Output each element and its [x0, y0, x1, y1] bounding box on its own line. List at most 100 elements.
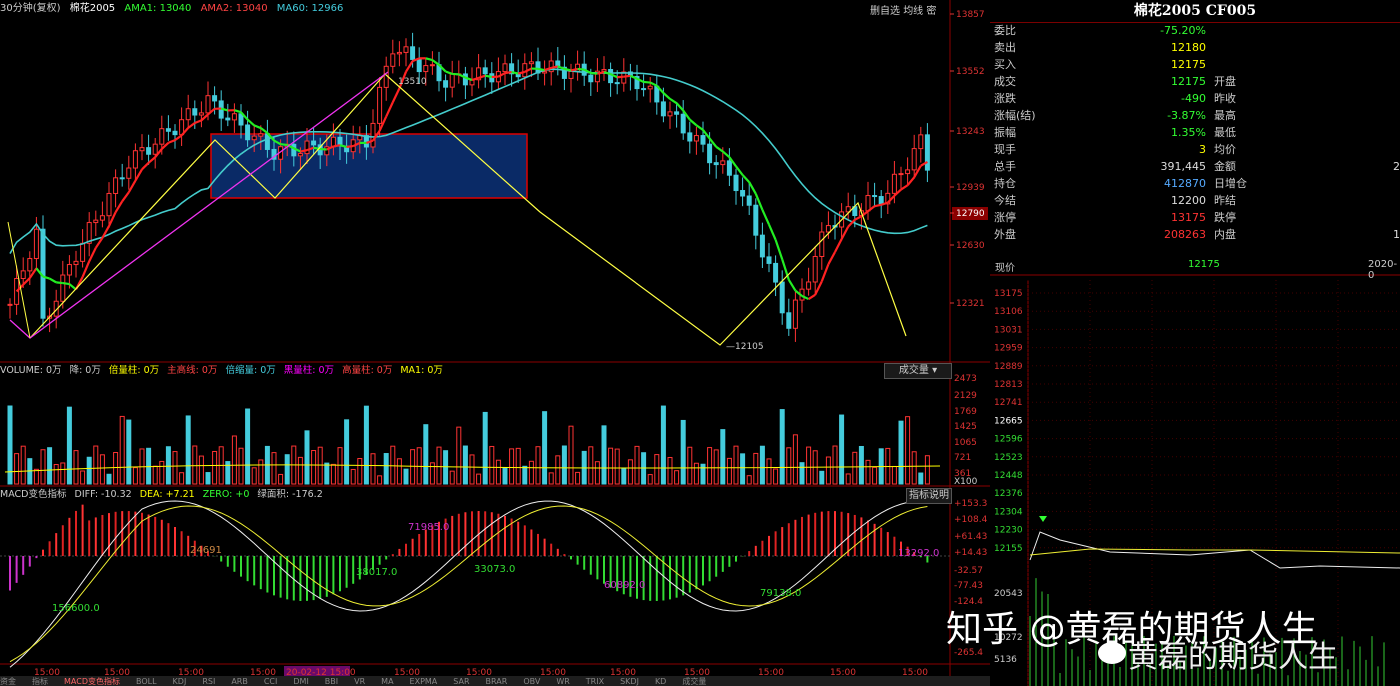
indicator-tab[interactable]: VR — [354, 677, 365, 686]
ama-line — [333, 144, 341, 148]
indicator-tab[interactable]: TRIX — [586, 677, 604, 686]
volume-bar — [555, 455, 561, 485]
ama-line — [537, 67, 545, 72]
indicator-tab[interactable]: WR — [556, 677, 569, 686]
ama-line — [617, 75, 624, 79]
indicator-tab[interactable]: 资金 — [0, 677, 16, 686]
indicator-tab[interactable]: CCI — [264, 677, 278, 686]
volume-bar — [185, 415, 191, 485]
ama2-label: AMA2: 13040 — [200, 3, 268, 14]
candle-body — [753, 204, 759, 236]
volume-bar — [126, 419, 132, 485]
candle-body — [568, 70, 574, 79]
candle-body — [205, 95, 211, 114]
candle-body — [700, 135, 706, 145]
volume-item: 倍缩量: 0万 — [225, 365, 276, 376]
volume-bar — [621, 467, 627, 485]
close-button[interactable]: 密 — [926, 6, 936, 17]
ma-button[interactable]: 均线 — [903, 6, 923, 17]
candle-body — [245, 124, 251, 141]
candle-body — [403, 46, 409, 53]
candle-body — [410, 46, 416, 60]
candle-body — [251, 135, 257, 141]
candle-body — [119, 177, 125, 180]
quote-label: 委比 — [994, 24, 1016, 37]
indicator-tab[interactable]: 成交量 — [682, 677, 706, 686]
kline-chart[interactable]: 1385713552132431293912790126301232113510… — [0, 0, 990, 686]
volume-bar — [766, 458, 772, 485]
volume-bar — [687, 446, 693, 485]
volume-bar — [231, 435, 237, 485]
quote-value: 13175 — [1171, 211, 1206, 224]
indicator-tab[interactable]: KDJ — [173, 677, 187, 686]
candle-body — [390, 53, 396, 67]
low-mark: —12105 — [726, 342, 764, 352]
candle-body — [667, 111, 673, 117]
volume-bar — [568, 425, 574, 485]
ama-line — [550, 65, 559, 70]
quote-row: 委比 -75.20% — [992, 22, 1400, 39]
indicator-tab[interactable]: BOLL — [136, 677, 157, 686]
volume-bar — [377, 475, 383, 485]
mini-tick: 12304 — [994, 507, 1023, 517]
quote-label: 现手 — [994, 143, 1016, 156]
volume-bar — [93, 445, 99, 485]
indicator-tab[interactable]: 指标 — [32, 677, 48, 686]
indicator-tab[interactable]: MA — [381, 677, 393, 686]
chart-header: 30分钟(复权) 棉花2005 AMA1: 13040 AMA2: 13040 … — [0, 0, 990, 18]
volume-bar — [825, 456, 831, 485]
volume-bar — [198, 455, 204, 485]
ama-line — [62, 281, 70, 286]
volume-tick: 1425 — [954, 422, 977, 432]
indicator-tab[interactable]: MACD变色指标 — [64, 677, 120, 686]
quote-row: 买入 12175 — [992, 56, 1400, 73]
indicator-select[interactable]: 成交量 ▾ — [884, 363, 952, 379]
trading-terminal: 13857 13552 13243 12939 12790 12630 12321 13510… — [0, 0, 1400, 686]
ama-line — [623, 74, 631, 78]
indicator-tab[interactable]: RSI — [202, 677, 215, 686]
indicator-tab[interactable]: KD — [655, 677, 666, 686]
quote-row: 涨幅(结) -3.87% 最高 — [992, 107, 1400, 124]
candle-body — [113, 177, 119, 194]
candle-body — [20, 270, 26, 280]
indicator-tab[interactable]: OBV — [523, 677, 540, 686]
quote-label2: 跌停 — [1214, 211, 1236, 224]
period-label[interactable]: 30分钟(复权) — [0, 3, 61, 14]
indicator-tab[interactable]: BRAR — [486, 677, 508, 686]
candle-body — [779, 281, 785, 314]
volume-bar — [542, 411, 548, 485]
candle-body — [212, 95, 218, 102]
volume-bar — [106, 473, 112, 485]
mini-tick: 12959 — [994, 344, 1023, 354]
ama-line — [570, 67, 578, 72]
volume-tick: 721 — [954, 453, 971, 463]
add-watchlist-button[interactable]: 删自选 — [870, 6, 900, 17]
indicator-tab[interactable]: SAR — [453, 677, 469, 686]
candle-body — [687, 132, 693, 142]
candle-body — [614, 82, 620, 85]
volume-bar — [53, 464, 59, 485]
volume-bar — [489, 445, 495, 485]
indicator-tab[interactable]: EXPMA — [410, 677, 438, 686]
volume-bar — [872, 466, 878, 485]
quote-value: -75.20% — [1160, 24, 1206, 37]
indicator-help-button[interactable]: 指标说明 — [906, 488, 952, 504]
indicator-tab[interactable]: ARB — [231, 677, 248, 686]
volume-bar — [212, 450, 218, 485]
volume-tick: 2473 — [954, 374, 977, 384]
candle-body — [542, 71, 548, 74]
volume-bar — [660, 405, 666, 485]
quote-value: 12180 — [1171, 41, 1206, 54]
volume-bar — [535, 446, 541, 485]
volume-header: VOLUME: 0万 降: 0万 倍量柱: 0万 主高线: 0万 倍缩量: 0万… — [0, 364, 448, 378]
volume-bar — [693, 462, 699, 485]
indicator-tab[interactable]: BBI — [325, 677, 338, 686]
ama-line — [597, 71, 605, 75]
ama-line — [56, 281, 63, 285]
volume-bar — [924, 455, 930, 485]
macd-zero: ZERO: +0 — [202, 489, 250, 500]
indicator-tab[interactable]: DMI — [293, 677, 308, 686]
volume-bar — [317, 446, 323, 485]
price-tick: 12321 — [956, 299, 985, 309]
indicator-tab[interactable]: SKDJ — [620, 677, 639, 686]
